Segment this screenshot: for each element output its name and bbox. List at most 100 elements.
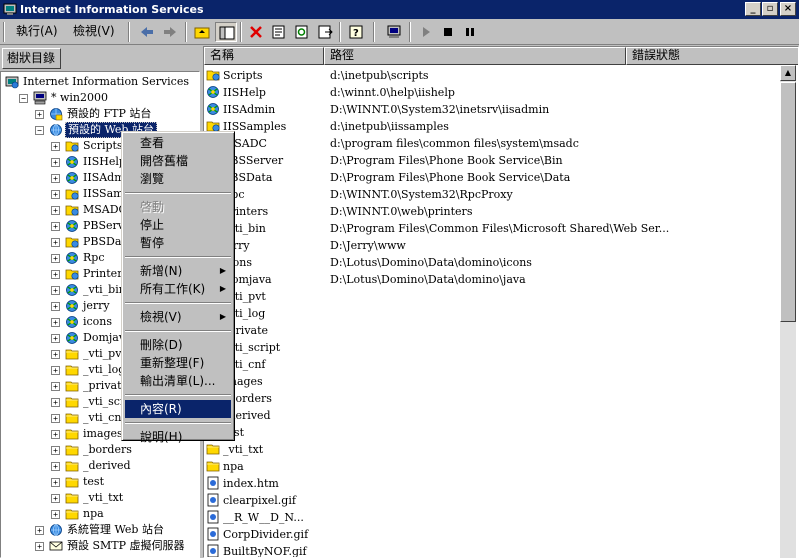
list-item[interactable]: _borders	[204, 390, 784, 407]
list-item[interactable]: IISAdmin D:\WINNT.0\System32\inetsrv\iisa…	[204, 101, 784, 118]
list-item[interactable]: _vti_cnf	[204, 356, 784, 373]
expand-icon[interactable]: +	[51, 510, 60, 519]
tree-node-label[interactable]: 預設的 FTP 站台	[65, 106, 153, 122]
context-menu-item[interactable]: 新增(N) ▶	[125, 262, 231, 280]
tree-node-label[interactable]: Rpc	[81, 250, 106, 266]
list-pane[interactable]: 名稱 路徑 錯誤狀態 Scripts d:\inetpub\scripts IISH…	[203, 46, 799, 558]
context-menu-item[interactable]: 內容(R)	[125, 400, 231, 418]
expand-icon[interactable]: +	[35, 542, 44, 551]
expand-icon[interactable]: +	[51, 238, 60, 247]
expand-icon[interactable]: +	[35, 110, 44, 119]
list-item[interactable]: _vti_pvt	[204, 288, 784, 305]
tree-node[interactable]: Internet Information Services	[1, 74, 199, 90]
list-item[interactable]: MSADC d:\program files\common files\syste…	[204, 135, 784, 152]
tab-tree[interactable]: 樹狀目錄	[2, 48, 61, 69]
expand-icon[interactable]: +	[51, 318, 60, 327]
expand-icon[interactable]: +	[51, 494, 60, 503]
list-item[interactable]: _private	[204, 322, 784, 339]
context-menu-item[interactable]: 檢視(V) ▶	[125, 308, 231, 326]
list-vertical-scrollbar[interactable]: ▲	[780, 65, 796, 558]
tree-node-label[interactable]: * win2000	[49, 90, 110, 106]
tree-node[interactable]: + npa	[1, 506, 199, 522]
close-button[interactable]: ×	[780, 2, 796, 16]
tree-node-label[interactable]: 系統管理 Web 站台	[65, 522, 166, 538]
tree-node[interactable]: + test	[1, 474, 199, 490]
context-menu-item[interactable]: 輸出清單(L)...	[125, 372, 231, 390]
context-menu-item[interactable]: 說明(H)	[125, 428, 231, 446]
tree-node[interactable]: + 預設的 FTP 站台	[1, 106, 199, 122]
collapse-icon[interactable]: −	[35, 126, 44, 135]
tree-node[interactable]: + _vti_txt	[1, 490, 199, 506]
expand-icon[interactable]: +	[51, 350, 60, 359]
context-menu-item[interactable]: 刪除(D)	[125, 336, 231, 354]
context-menu-item[interactable]: 瀏覽	[125, 170, 231, 188]
expand-icon[interactable]: +	[51, 398, 60, 407]
tree-node-label[interactable]: _vti_txt	[81, 490, 125, 506]
up-level-button[interactable]	[191, 22, 213, 42]
connect-computer-button[interactable]	[383, 22, 405, 42]
list-item[interactable]: PBSServer D:\Program Files\Phone Book Ser…	[204, 152, 784, 169]
list-item[interactable]: Scripts d:\inetpub\scripts	[204, 67, 784, 84]
column-header-name[interactable]: 名稱	[204, 47, 324, 65]
scroll-up-arrow-icon[interactable]: ▲	[780, 65, 796, 81]
expand-icon[interactable]: +	[51, 462, 60, 471]
expand-icon[interactable]: +	[35, 526, 44, 535]
menu-view[interactable]: 檢視(V)	[69, 24, 119, 39]
collapse-icon[interactable]: −	[19, 94, 28, 103]
list-item[interactable]: npa	[204, 458, 784, 475]
expand-icon[interactable]: +	[51, 270, 60, 279]
list-item[interactable]: CorpDivider.gif	[204, 526, 784, 543]
delete-button[interactable]	[245, 22, 267, 42]
properties-button[interactable]	[268, 22, 290, 42]
tree-node[interactable]: + _derived	[1, 458, 199, 474]
list-item[interactable]: __R_W__D_N...	[204, 509, 784, 526]
start-button[interactable]	[415, 22, 437, 42]
tree-node-label[interactable]: icons	[81, 314, 114, 330]
expand-icon[interactable]: +	[51, 286, 60, 295]
tree-node-label[interactable]: jerry	[81, 298, 112, 314]
list-item[interactable]: _vti_txt	[204, 441, 784, 458]
tree-node-label[interactable]: test	[81, 474, 106, 490]
stop-button[interactable]	[437, 22, 459, 42]
expand-icon[interactable]: +	[51, 190, 60, 199]
scroll-thumb[interactable]	[780, 82, 796, 322]
context-menu-item[interactable]: 停止	[125, 216, 231, 234]
tree-node-label[interactable]: Internet Information Services	[21, 74, 191, 90]
list-item[interactable]: _derived	[204, 407, 784, 424]
maximize-button[interactable]: ▫	[762, 2, 778, 16]
list-item[interactable]: jerry D:\Jerry\www	[204, 237, 784, 254]
expand-icon[interactable]: +	[51, 382, 60, 391]
expand-icon[interactable]: +	[51, 254, 60, 263]
forward-button[interactable]	[159, 22, 181, 42]
expand-icon[interactable]: +	[51, 334, 60, 343]
tree-node[interactable]: − * win2000	[1, 90, 199, 106]
list-item[interactable]: _vti_script	[204, 339, 784, 356]
tree-node-label[interactable]: npa	[81, 506, 106, 522]
expand-icon[interactable]: +	[51, 142, 60, 151]
menu-action[interactable]: 執行(A)	[12, 24, 62, 39]
expand-icon[interactable]: +	[51, 414, 60, 423]
expand-icon[interactable]: +	[51, 366, 60, 375]
list-item[interactable]: Domjava D:\Lotus\Domino\Data\domino\java	[204, 271, 784, 288]
tree-node[interactable]: + 系統管理 Web 站台	[1, 522, 199, 538]
help-button[interactable]: ?	[345, 22, 367, 42]
tree-node-label[interactable]: Scripts	[81, 138, 125, 154]
expand-icon[interactable]: +	[51, 222, 60, 231]
list-item[interactable]: _vti_bin D:\Program Files\Common Files\Mi…	[204, 220, 784, 237]
column-header-error-status[interactable]: 錯誤狀態	[626, 47, 798, 65]
tree-node-label[interactable]: _derived	[81, 458, 133, 474]
list-item[interactable]: RpcD:\WINNT.0\System32\RpcProxy	[204, 186, 784, 203]
context-menu-item[interactable]: 查看	[125, 134, 231, 152]
context-menu-item[interactable]: 開啓舊檔	[125, 152, 231, 170]
column-header-path[interactable]: 路徑	[324, 47, 626, 65]
show-tree-button[interactable]	[215, 22, 237, 42]
export-list-button[interactable]	[314, 22, 336, 42]
expand-icon[interactable]: +	[51, 478, 60, 487]
expand-icon[interactable]: +	[51, 174, 60, 183]
list-item[interactable]: PBSData D:\Program Files\Phone Book Servi…	[204, 169, 784, 186]
expand-icon[interactable]: +	[51, 206, 60, 215]
list-item[interactable]: Printers D:\WINNT.0\web\printers	[204, 203, 784, 220]
expand-icon[interactable]: +	[51, 158, 60, 167]
pause-button[interactable]	[459, 22, 481, 42]
expand-icon[interactable]: +	[51, 446, 60, 455]
